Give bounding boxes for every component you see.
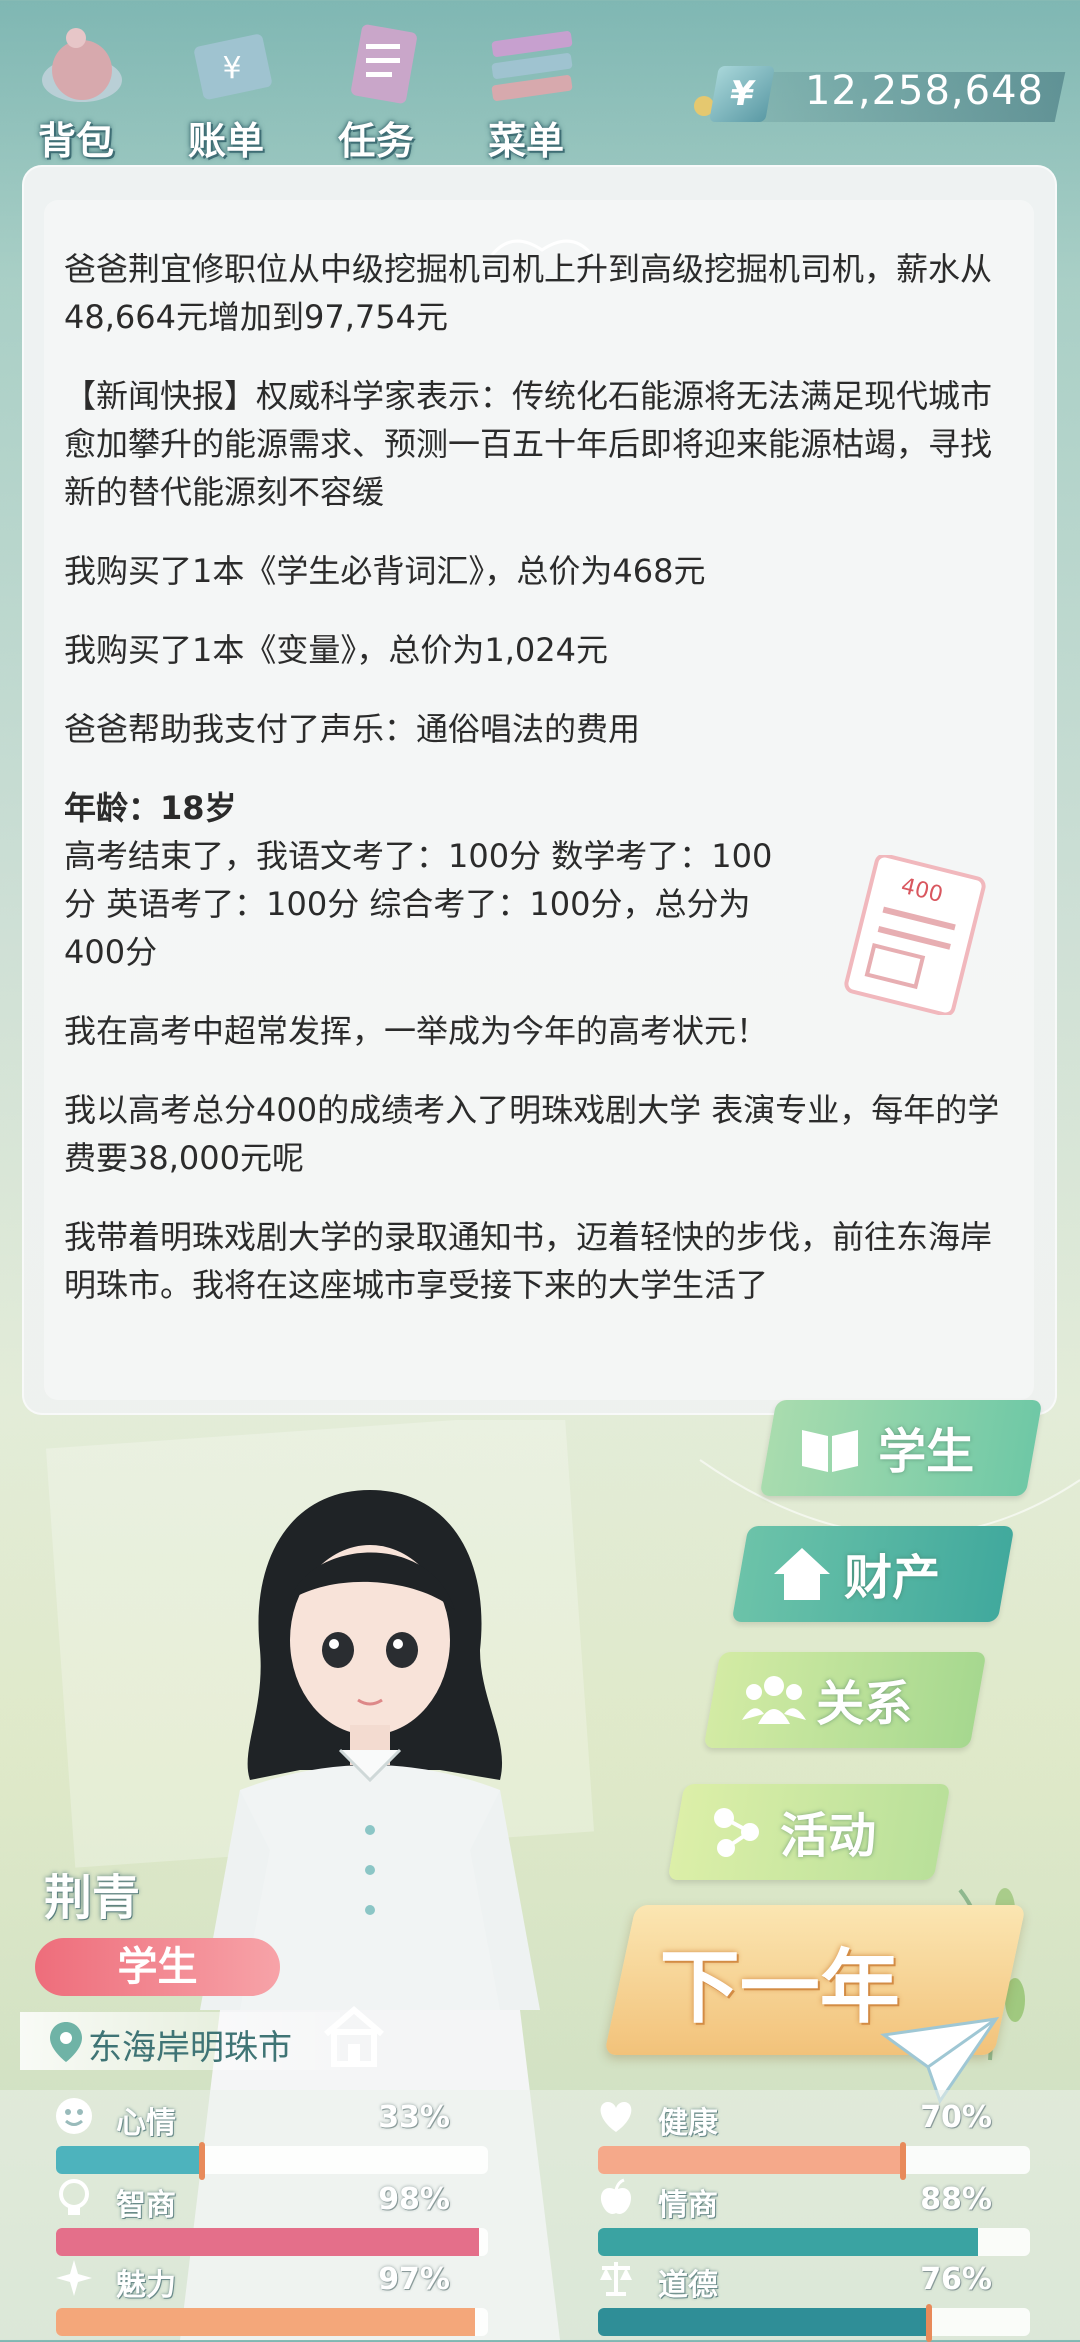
stat-marker (926, 2304, 932, 2342)
stat-fill (598, 2228, 978, 2256)
heart-icon (600, 2102, 632, 2132)
menu-label: 菜单 (487, 119, 564, 163)
bag-button[interactable]: 背包 (16, 14, 136, 163)
log-entry: 我购买了1本《学生必背词汇》，总价为468元 (64, 552, 706, 590)
event-log: 爸爸荆宜修职位从中级挖掘机司机上升到高级挖掘机司机，薪水从48,664元增加到9… (64, 245, 1004, 1340)
log-entry: 爸爸荆宜修职位从中级挖掘机司机上升到高级挖掘机司机，薪水从48,664元增加到9… (64, 250, 993, 336)
stat-charm: 魅力 97% (20, 2258, 488, 2338)
stat-value: 88% (920, 2182, 992, 2217)
stat-value: 98% (378, 2182, 450, 2217)
stat-value: 33% (378, 2100, 450, 2135)
house-icon (774, 1548, 830, 1600)
log-entry: 爸爸帮助我支付了声乐：通俗唱法的费用 (64, 710, 641, 748)
stat-eq: 情商 88% (562, 2178, 1030, 2258)
location-bar: 东海岸明珠市 (20, 2012, 340, 2070)
menu-icon (491, 31, 573, 101)
location-pin-icon (50, 2022, 82, 2062)
property-button[interactable]: 财产 (731, 1526, 1015, 1622)
stat-bar (56, 2308, 488, 2336)
property-label: 财产 (844, 1550, 941, 1606)
stat-bar (56, 2146, 488, 2174)
character-role-badge: 学生 (35, 1938, 280, 1996)
stat-value: 70% (920, 2100, 992, 2135)
stat-fill (56, 2146, 199, 2174)
stat-fill (56, 2308, 475, 2336)
yen-icon: ¥ (709, 66, 775, 122)
exam-result: 高考结束了，我语文考了：100分 数学考了：100分 英语考了：100分 综合考… (64, 837, 773, 971)
money-value: 12,258,648 (804, 68, 1044, 114)
stat-label: 心情 (116, 2106, 176, 2141)
bag-label: 背包 (37, 119, 114, 163)
log-entry: 我带着明珠戏剧大学的录取通知书，迈着轻快的步伐，前往东海岸明珠市。我将在这座城市… (64, 1218, 993, 1304)
stat-bar (598, 2228, 1030, 2256)
relations-button[interactable]: 关系 (703, 1652, 987, 1748)
location-name: 东海岸明珠市 (88, 2028, 292, 2068)
book-icon (802, 1430, 858, 1472)
bill-button[interactable]: ¥ 账单 (166, 14, 286, 163)
bulb-icon (59, 2179, 89, 2215)
menu-button[interactable]: 菜单 (466, 14, 586, 163)
scale-icon (600, 2262, 632, 2296)
character-name: 荆青 (44, 1870, 141, 1926)
stat-fill (598, 2308, 926, 2336)
stat-morality: 道德 76% (562, 2258, 1030, 2342)
money-display: ¥ 12,258,648 (694, 66, 1066, 126)
stat-bar (56, 2228, 488, 2256)
task-button[interactable]: 任务 (316, 14, 436, 163)
task-icon (351, 24, 417, 104)
activity-button[interactable]: 活动 (667, 1784, 951, 1880)
stat-health: 健康 70% (562, 2096, 1030, 2180)
log-entry: 【新闻快报】权威科学家表示：传统化石能源将无法满足现代城市愈加攀升的能源需求、预… (64, 377, 993, 511)
home-icon[interactable] (320, 2002, 388, 2070)
stat-marker (199, 2142, 205, 2180)
task-label: 任务 (337, 119, 414, 163)
stat-bar (598, 2308, 1030, 2336)
stat-value: 76% (920, 2262, 992, 2297)
stat-label: 魅力 (116, 2268, 176, 2303)
apple-icon (600, 2178, 632, 2214)
log-entry: 我以高考总分400的成绩考入了明珠戏剧大学 表演专业，每年的学费要38,000元… (64, 1091, 1000, 1177)
student-button[interactable]: 学生 (759, 1400, 1043, 1496)
stat-bar (598, 2146, 1030, 2174)
stat-marker (900, 2142, 906, 2180)
exam-paper-icon: 400 (844, 855, 986, 1015)
bag-icon (42, 28, 122, 102)
role-label: 学生 (117, 1944, 198, 1990)
stat-fill (56, 2228, 479, 2256)
activity-label: 活动 (780, 1808, 877, 1864)
relations-label: 关系 (816, 1676, 913, 1732)
log-entry: 我购买了1本《变量》，总价为1,024元 (64, 631, 608, 669)
age-line: 年龄：18岁 (64, 789, 237, 827)
stat-label: 道德 (658, 2268, 718, 2303)
stat-label: 智商 (116, 2188, 176, 2223)
stat-fill (598, 2146, 900, 2174)
smile-icon (56, 2098, 92, 2134)
stat-label: 健康 (658, 2106, 718, 2141)
bill-label: 账单 (187, 119, 264, 163)
stat-iq: 智商 98% (20, 2178, 488, 2258)
stat-value: 97% (378, 2262, 450, 2297)
top-bar: 背包 ¥ 账单 任务 菜单 ¥ 12,258,648 (0, 0, 1080, 170)
bill-icon: ¥ (194, 34, 272, 100)
svg-text:¥: ¥ (222, 51, 241, 86)
stat-mood: 心情 33% (20, 2096, 488, 2180)
student-label: 学生 (878, 1424, 975, 1480)
sparkle-icon (56, 2260, 92, 2296)
molecule-icon (714, 1808, 759, 1857)
next-year-label: 下一年 (659, 1941, 900, 2034)
people-icon (742, 1676, 806, 1724)
stats-panel: 心情 33% 健康 70% 智商 98% 情商 88% 魅力 97% 道德 76… (0, 2090, 1080, 2342)
stat-label: 情商 (658, 2188, 718, 2223)
